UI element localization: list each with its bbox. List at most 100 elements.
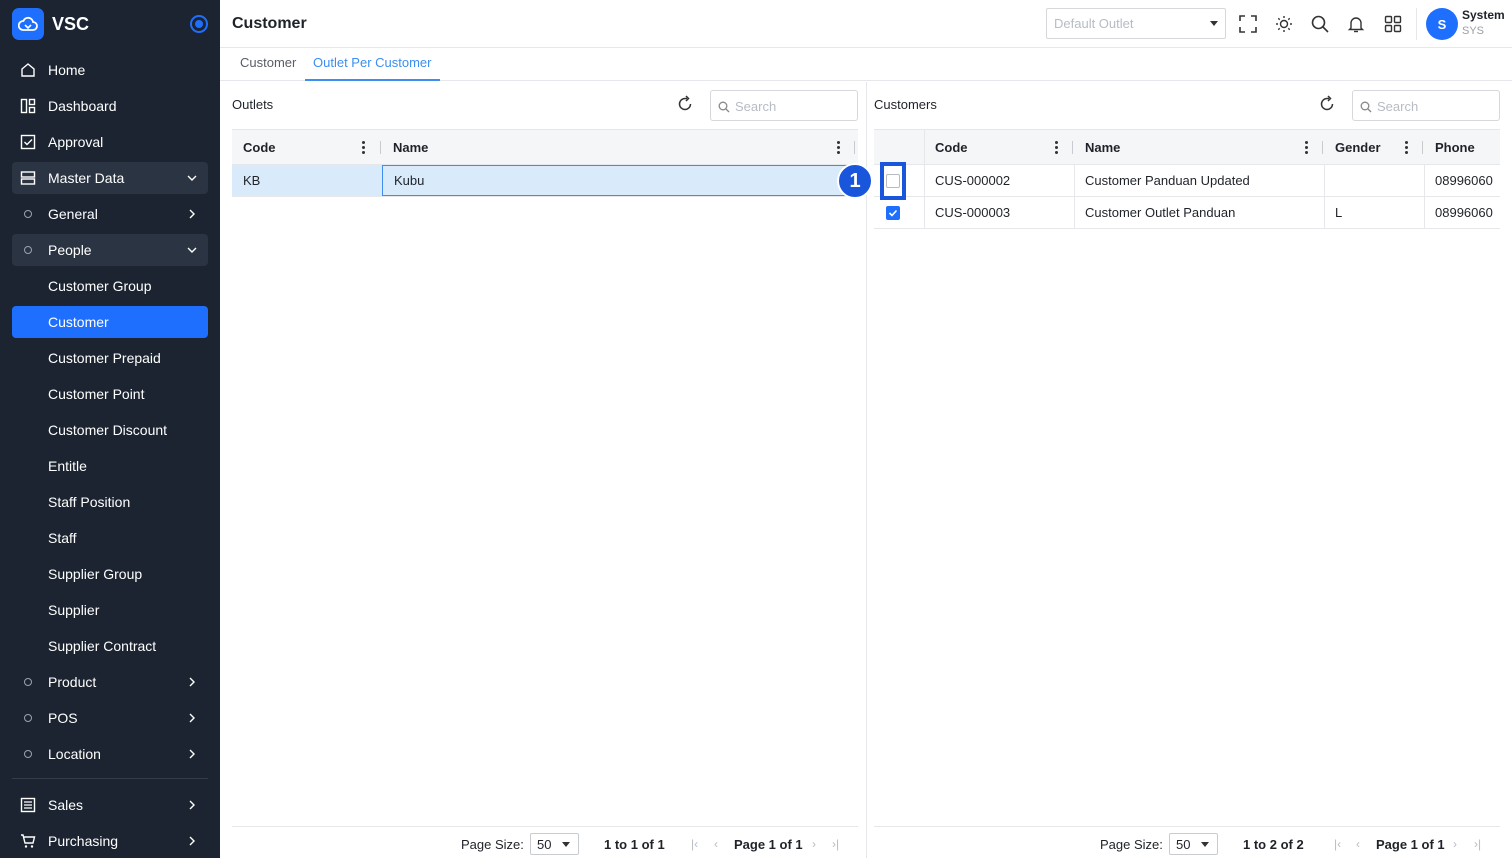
theme-sun-icon[interactable] <box>1273 13 1295 35</box>
customers-grid-header: Code Name Gender Phone <box>874 130 1500 165</box>
page-size-label: Page Size: <box>461 837 524 852</box>
column-separator[interactable] <box>380 141 381 154</box>
sidebar-item-label: Customer Prepaid <box>48 350 161 366</box>
customers-search-input[interactable] <box>1377 97 1495 115</box>
column-separator[interactable] <box>1322 141 1323 154</box>
column-menu-icon[interactable] <box>362 141 365 154</box>
cell-name[interactable]: Kubu <box>382 165 852 196</box>
column-menu-icon[interactable] <box>1405 141 1408 154</box>
sidebar-item-customer-group[interactable]: Customer Group <box>12 270 208 302</box>
sidebar-item-customer-prepaid[interactable]: Customer Prepaid <box>12 342 208 374</box>
next-page-icon[interactable]: › <box>812 837 816 851</box>
sidebar-item-general[interactable]: General <box>12 198 208 230</box>
sidebar-item-customer-point[interactable]: Customer Point <box>12 378 208 410</box>
search-icon[interactable] <box>1309 13 1331 35</box>
chevron-down-icon <box>186 171 198 187</box>
checkmark-icon <box>888 209 898 217</box>
sidebar-item-entitle[interactable]: Entitle <box>12 450 208 482</box>
server-icon <box>20 170 36 186</box>
last-page-icon[interactable]: ›| <box>832 837 839 851</box>
bell-icon[interactable] <box>1345 13 1367 35</box>
chevron-right-icon <box>186 207 198 223</box>
sidebar-item-sales[interactable]: Sales <box>12 789 208 821</box>
column-separator[interactable] <box>854 141 855 154</box>
sidebar-item-customer[interactable]: Customer <box>12 306 208 338</box>
circle-icon <box>20 242 36 258</box>
column-header-code[interactable]: Code <box>924 130 1074 165</box>
column-menu-icon[interactable] <box>837 141 840 154</box>
sidebar-item-approval[interactable]: Approval <box>12 126 208 158</box>
sidebar-item-supplier-contract[interactable]: Supplier Contract <box>12 630 208 662</box>
table-row[interactable]: KB Kubu <box>232 165 858 197</box>
outlets-title: Outlets <box>232 97 274 112</box>
page-size-select[interactable]: 50 <box>1169 833 1218 855</box>
fullscreen-icon[interactable] <box>1237 13 1259 35</box>
next-page-icon[interactable]: › <box>1453 837 1457 851</box>
sidebar-item-dashboard[interactable]: Dashboard <box>12 90 208 122</box>
page-indicator: Page 1 of 1 <box>1376 837 1445 852</box>
refresh-icon[interactable] <box>676 95 694 113</box>
sidebar-item-product[interactable]: Product <box>12 666 208 698</box>
cell-phone: 08996060 <box>1435 173 1493 188</box>
row-checkbox-checked[interactable] <box>886 206 900 220</box>
outlet-select[interactable]: Default Outlet <box>1046 8 1226 39</box>
chevron-right-icon <box>186 675 198 691</box>
first-page-icon[interactable]: |‹ <box>691 837 698 851</box>
tab-outlet-per-customer[interactable]: Outlet Per Customer <box>305 48 440 81</box>
row-range: 1 to 2 of 2 <box>1243 837 1304 852</box>
column-header-gender[interactable]: Gender <box>1324 130 1424 165</box>
first-page-icon[interactable]: |‹ <box>1334 837 1341 851</box>
sidebar-item-label: People <box>48 242 92 258</box>
top-header: Customer Default Outlet S System SYS <box>220 0 1512 48</box>
column-separator[interactable] <box>1422 141 1423 154</box>
sidebar-item-purchasing[interactable]: Purchasing <box>12 825 208 857</box>
sidebar-item-staff[interactable]: Staff <box>12 522 208 554</box>
sidebar-item-label: Customer Group <box>48 278 152 294</box>
column-header-name[interactable]: Name <box>382 130 852 165</box>
sidebar-item-label: Purchasing <box>48 833 119 849</box>
column-header-code[interactable]: Code <box>232 130 382 165</box>
tab-customer[interactable]: Customer <box>232 48 304 81</box>
step-marker: 1 <box>837 163 873 199</box>
column-menu-icon[interactable] <box>1305 141 1308 154</box>
sidebar-item-customer-discount[interactable]: Customer Discount <box>12 414 208 446</box>
sidebar-item-label: Sales <box>48 797 84 813</box>
sidebar-item-master-data[interactable]: Master Data <box>12 162 208 194</box>
column-header-phone[interactable]: Phone <box>1424 130 1500 165</box>
caret-down-icon <box>1201 842 1209 847</box>
last-page-icon[interactable]: ›| <box>1474 837 1481 851</box>
sidebar-toggle-icon[interactable] <box>190 15 208 33</box>
sidebar-item-home[interactable]: Home <box>12 54 208 86</box>
sidebar-item-supplier[interactable]: Supplier <box>12 594 208 626</box>
sidebar-item-location[interactable]: Location <box>12 738 208 770</box>
cell-gender <box>1324 165 1424 197</box>
caret-down-icon <box>562 842 570 847</box>
refresh-icon[interactable] <box>1318 95 1336 113</box>
sidebar: VSC Home Dashboard Approval Master Data … <box>0 0 220 858</box>
brand: VSC <box>0 0 220 48</box>
brand-name: VSC <box>52 13 90 34</box>
outlets-search-input[interactable] <box>735 97 853 115</box>
user-name[interactable]: System <box>1462 8 1505 22</box>
column-header-name[interactable]: Name <box>1074 130 1324 165</box>
column-menu-icon[interactable] <box>1055 141 1058 154</box>
apps-grid-icon[interactable] <box>1382 13 1404 35</box>
table-row[interactable]: CUS-000003 Customer Outlet Panduan L 089… <box>874 197 1500 229</box>
sidebar-item-pos[interactable]: POS <box>12 702 208 734</box>
prev-page-icon[interactable]: ‹ <box>714 837 718 851</box>
header-divider <box>1416 8 1417 40</box>
dashboard-icon <box>20 98 36 114</box>
sidebar-item-label: Staff Position <box>48 494 131 510</box>
outlet-select-placeholder: Default Outlet <box>1054 16 1134 31</box>
avatar[interactable]: S <box>1426 8 1458 40</box>
sidebar-item-supplier-group[interactable]: Supplier Group <box>12 558 208 590</box>
prev-page-icon[interactable]: ‹ <box>1356 837 1360 851</box>
table-row[interactable]: CUS-000002 Customer Panduan Updated 0899… <box>874 165 1500 197</box>
sidebar-item-label: Dashboard <box>48 98 117 114</box>
sidebar-item-label: Customer Discount <box>48 422 168 438</box>
page-size-select[interactable]: 50 <box>530 833 579 855</box>
sidebar-item-people[interactable]: People <box>12 234 208 266</box>
column-separator[interactable] <box>1072 141 1073 154</box>
sidebar-item-label: Approval <box>48 134 104 150</box>
sidebar-item-staff-position[interactable]: Staff Position <box>12 486 208 518</box>
